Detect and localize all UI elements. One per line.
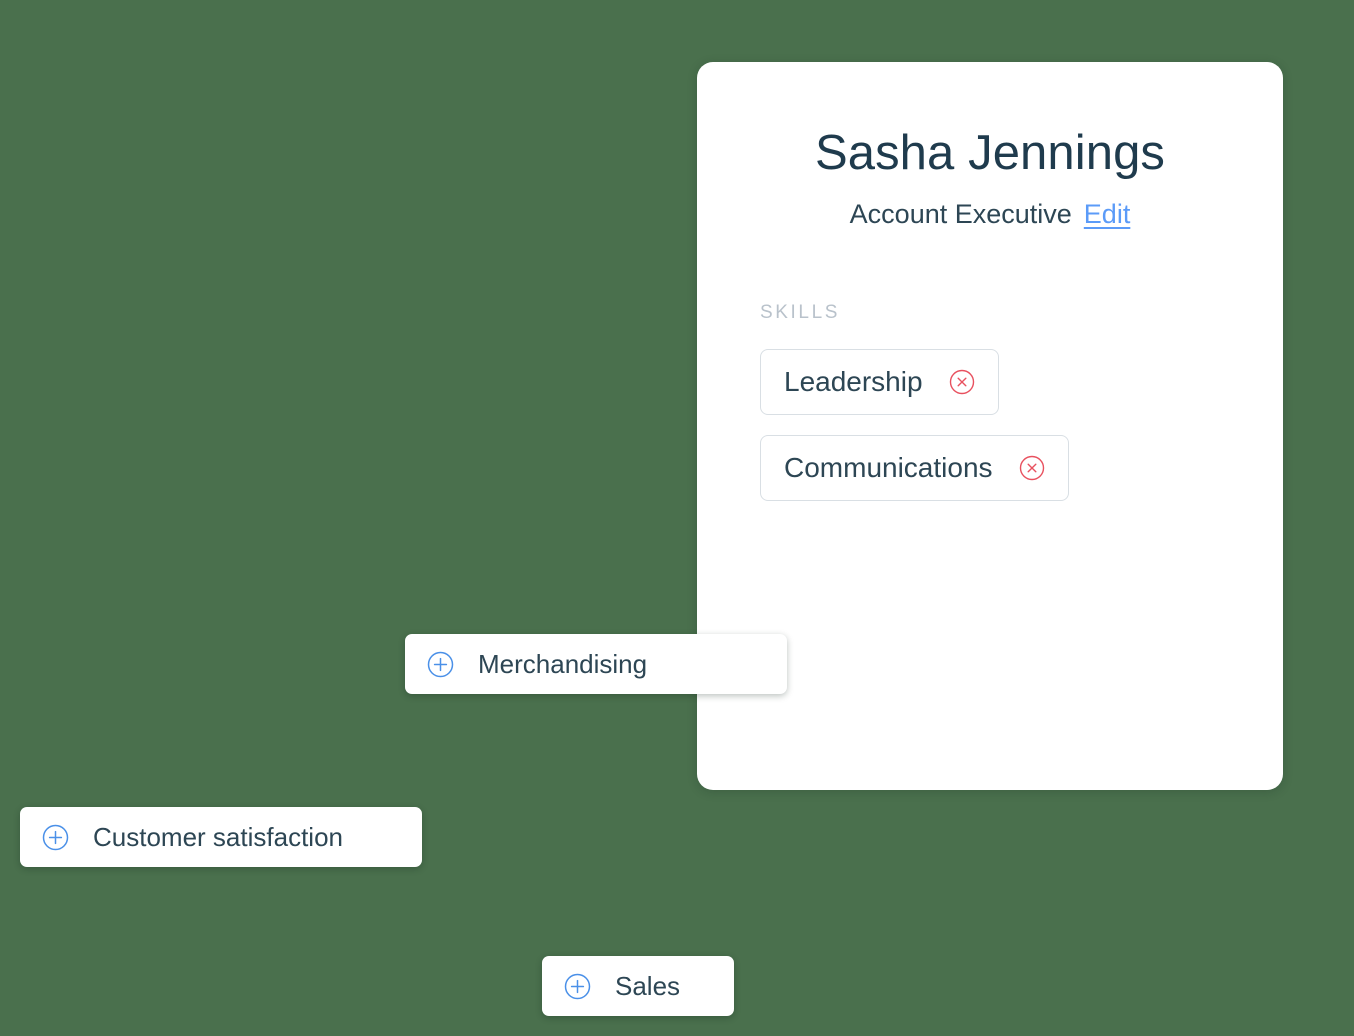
skills-section-label: SKILLS [760,302,841,324]
add-circle-icon[interactable] [427,651,454,678]
add-circle-icon[interactable] [42,824,69,851]
app-canvas: Sasha Jennings Account Executive Edit SK… [0,0,1354,1036]
edit-profile-link[interactable]: Edit [1084,199,1131,230]
suggestion-chip-customer-satisfaction[interactable]: Customer satisfaction [20,807,422,867]
remove-circle-icon[interactable] [949,369,975,395]
skill-chip-leadership[interactable]: Leadership [760,349,999,416]
profile-card-header: Sasha Jennings Account Executive Edit [697,62,1283,230]
skill-chip-communications[interactable]: Communications [760,435,1069,502]
page-title: Sasha Jennings [814,126,1166,180]
remove-circle-icon[interactable] [1019,455,1045,481]
skill-chip-list: Leadership Communications [760,349,1283,502]
suggestion-chip-merchandising[interactable]: Merchandising [405,634,787,694]
role-label: Account Executive [849,199,1072,230]
suggestion-chip-sales[interactable]: Sales [542,956,734,1016]
suggestion-chip-label: Customer satisfaction [93,821,343,852]
skill-chip-label: Leadership [784,366,923,398]
add-circle-icon[interactable] [564,973,591,1000]
skill-chip-label: Communications [784,452,993,484]
suggestion-chip-label: Sales [615,970,681,1001]
skills-section: SKILLS Leadership Communications [697,302,1283,502]
suggestion-chip-label: Merchandising [478,648,648,679]
role-row: Account Executive Edit [697,199,1283,230]
